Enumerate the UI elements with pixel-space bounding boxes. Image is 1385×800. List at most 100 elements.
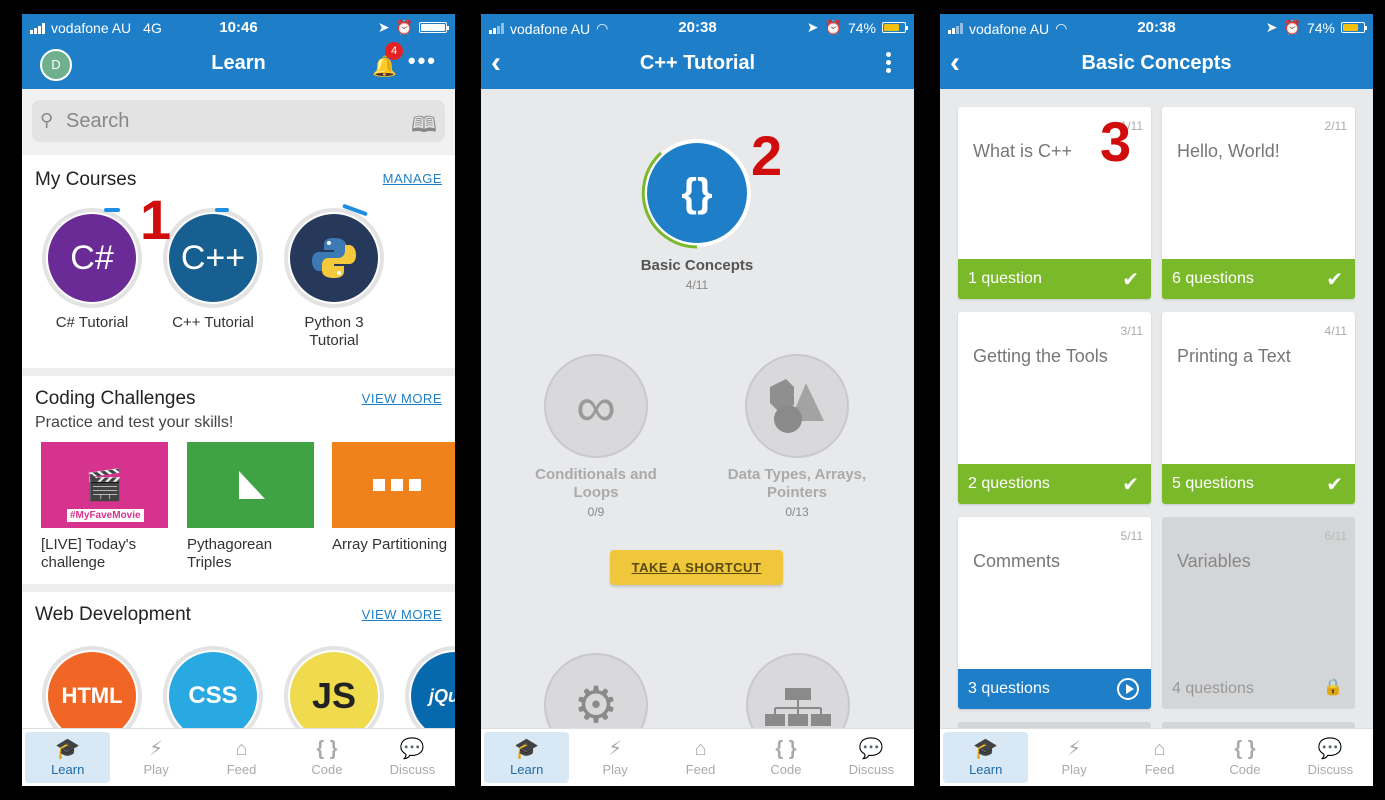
lesson-card-locked[interactable]: Variables 6/11 4 questions 🔒	[1162, 517, 1355, 709]
lesson-card[interactable]: Getting the Tools 3/11 2 questions ✔	[958, 312, 1151, 504]
course-label: C# Tutorial	[55, 314, 129, 331]
lesson-count: 0/13	[785, 505, 809, 519]
lightning-icon: ⚡	[608, 738, 623, 760]
cpp-icon: C++	[169, 214, 257, 302]
tab-feed[interactable]: ⌂ Feed	[658, 729, 743, 786]
back-icon[interactable]: ‹	[950, 48, 960, 78]
home-icon: ⌂	[235, 738, 248, 760]
tab-discuss[interactable]: 💬 Discuss	[1288, 729, 1373, 786]
graduation-cap-icon: 🎓	[514, 738, 540, 760]
card-title: Printing a Text	[1177, 346, 1291, 366]
card-number: 5/11	[1120, 529, 1143, 543]
manage-link[interactable]: MANAGE	[383, 171, 442, 186]
web-development-section: Web Development VIEW MORE HTML CSS JS jQ…	[22, 592, 455, 746]
section-subtitle: Practice and test your skills!	[35, 414, 234, 431]
challenge-card[interactable]: 🎬 #MyFaveMovie [LIVE] Today's challenge	[41, 442, 168, 572]
lesson-screen: vodafone AU ◠ 20:38 ➤ ⏰ 74% ‹ Basic Conc…	[940, 14, 1373, 786]
lesson-card[interactable]: Comments 5/11 3 questions	[958, 517, 1151, 709]
search-icon: ⚲	[40, 110, 54, 130]
lock-icon: 🔒	[1323, 679, 1343, 696]
section-title: My Courses	[35, 169, 137, 190]
battery-level: 74%	[1306, 19, 1335, 36]
shapes-icon	[745, 354, 849, 458]
lightning-icon: ⚡	[1067, 738, 1082, 760]
check-icon: ✔	[1122, 269, 1139, 291]
status-bar: vodafone AU ◠ 20:38 ➤ ⏰ 74%	[481, 14, 914, 40]
braces-icon: { }	[775, 738, 797, 760]
more-icon[interactable]	[886, 52, 892, 76]
lesson-conditionals[interactable]: ∞ Conditionals and Loops 0/9	[521, 354, 671, 519]
course-python[interactable]: Python 3 Tutorial	[284, 203, 384, 350]
tab-play[interactable]: ⚡ Play	[1031, 729, 1116, 786]
card-number: 4/11	[1324, 324, 1347, 338]
course-label: C++ Tutorial	[172, 314, 254, 331]
page-title: C++ Tutorial	[639, 52, 756, 74]
take-shortcut-button[interactable]: TAKE A SHORTCUT	[610, 550, 783, 585]
tab-feed[interactable]: ⌂ Feed	[1117, 729, 1202, 786]
lesson-name: Data Types, Arrays, Pointers	[727, 466, 867, 501]
lesson-card[interactable]: Hello, World! 2/11 6 questions ✔	[1162, 107, 1355, 299]
tab-discuss[interactable]: 💬 Discuss	[370, 729, 455, 786]
card-title: Getting the Tools	[973, 346, 1108, 366]
challenge-label: Pythagorean Triples	[187, 536, 273, 571]
tab-code[interactable]: { } Code	[284, 729, 369, 786]
card-title: What is C++	[973, 141, 1073, 161]
challenge-tag: #MyFaveMovie	[67, 509, 144, 522]
course-cpp[interactable]: C++ C++ Tutorial	[163, 208, 263, 332]
lesson-card[interactable]: Printing a Text 4/11 5 questions ✔	[1162, 312, 1355, 504]
course-csharp[interactable]: C# C# Tutorial	[42, 208, 142, 332]
location-icon: ➤	[377, 19, 390, 35]
challenge-card[interactable]: Pythagorean Triples	[187, 442, 314, 572]
braces-icon: {}	[647, 143, 747, 243]
learn-screen: vodafone AU 4G 10:46 ➤ ⏰ D Learn 🔔 4 •••…	[22, 14, 455, 786]
status-bar: vodafone AU ◠ 20:38 ➤ ⏰ 74%	[940, 14, 1373, 40]
annotation-marker: 1	[140, 188, 172, 251]
bottom-nav: 🎓 Learn ⚡ Play ⌂ Feed { } Code 💬 Discuss	[22, 728, 455, 786]
status-bar: vodafone AU 4G 10:46 ➤ ⏰	[22, 14, 455, 40]
section-title: Coding Challenges	[35, 388, 196, 409]
question-count: 1 question	[968, 270, 1042, 287]
avatar[interactable]: D	[40, 49, 72, 81]
annotation-marker: 2	[751, 124, 783, 187]
view-more-link[interactable]: VIEW MORE	[362, 607, 442, 622]
tab-play[interactable]: ⚡ Play	[113, 729, 198, 786]
book-icon[interactable]: 🕮	[411, 108, 437, 146]
lesson-data-types[interactable]: Data Types, Arrays, Pointers 0/13	[717, 354, 877, 519]
header: vodafone AU 4G 10:46 ➤ ⏰ D Learn 🔔 4 •••	[22, 14, 455, 89]
lightning-icon: ⚡	[149, 738, 164, 760]
python-icon	[290, 214, 378, 302]
view-more-link[interactable]: VIEW MORE	[362, 391, 442, 406]
question-count: 6 questions	[1172, 270, 1254, 287]
home-icon: ⌂	[694, 738, 707, 760]
tab-discuss[interactable]: 💬 Discuss	[829, 729, 914, 786]
play-icon[interactable]	[1117, 678, 1139, 700]
check-icon: ✔	[1122, 474, 1139, 496]
braces-icon: { }	[316, 738, 338, 760]
challenge-label: Array Partitioning	[332, 536, 448, 553]
alarm-icon: ⏰	[1283, 19, 1301, 35]
braces-icon: { }	[1234, 738, 1256, 760]
back-icon[interactable]: ‹	[491, 48, 501, 78]
tab-learn[interactable]: 🎓 Learn	[943, 732, 1029, 783]
graduation-cap-icon: 🎓	[973, 738, 999, 760]
lesson-count: 4/11	[685, 278, 709, 292]
tab-learn[interactable]: 🎓 Learn	[484, 732, 570, 783]
lesson-name: Conditionals and Loops	[535, 466, 657, 501]
home-icon: ⌂	[1153, 738, 1166, 760]
challenge-card[interactable]: Array Partitioning	[332, 442, 455, 554]
section-title: Web Development	[35, 604, 191, 625]
more-icon[interactable]: •••	[408, 48, 437, 74]
tab-learn[interactable]: 🎓 Learn	[25, 732, 111, 783]
tab-feed[interactable]: ⌂ Feed	[199, 729, 284, 786]
clapperboard-icon: 🎬	[85, 468, 124, 502]
lesson-name: Basic Concepts	[640, 257, 754, 274]
tab-code[interactable]: { } Code	[1202, 729, 1287, 786]
search-input[interactable]: ⚲ Search 🕮	[32, 100, 445, 142]
challenge-label: [LIVE] Today's challenge	[41, 536, 137, 571]
battery-icon	[882, 22, 908, 33]
card-title: Hello, World!	[1177, 141, 1280, 161]
tab-play[interactable]: ⚡ Play	[572, 729, 657, 786]
tab-code[interactable]: { } Code	[743, 729, 828, 786]
course-screen: vodafone AU ◠ 20:38 ➤ ⏰ 74% ‹ C++ Tutori…	[481, 14, 914, 786]
card-number: 3/11	[1120, 324, 1143, 338]
